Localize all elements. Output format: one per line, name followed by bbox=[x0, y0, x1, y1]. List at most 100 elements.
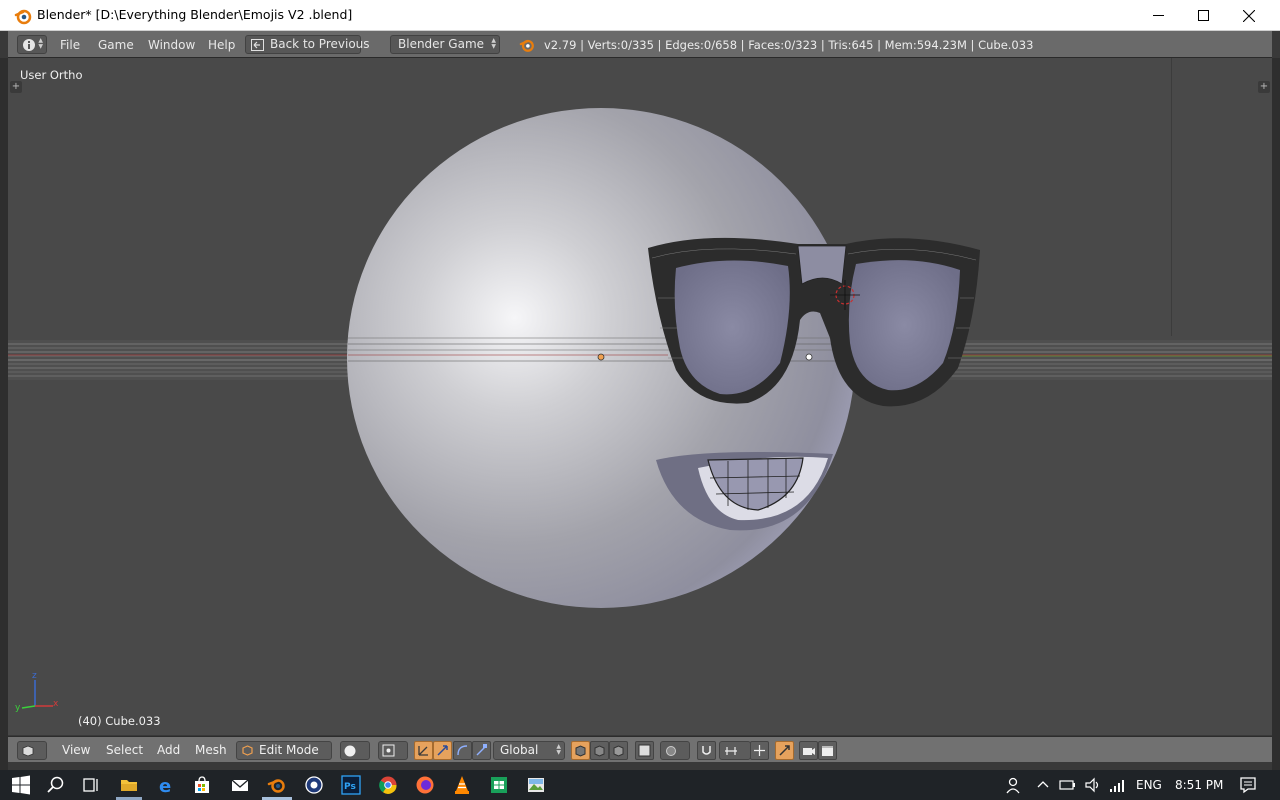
face-select-icon bbox=[613, 745, 624, 757]
snap-toggle-button[interactable] bbox=[697, 741, 716, 760]
scale-toggle-button[interactable] bbox=[472, 741, 491, 760]
store-icon[interactable] bbox=[191, 775, 213, 795]
language-indicator[interactable]: ENG bbox=[1136, 778, 1162, 792]
mode-select[interactable]: Edit Mode bbox=[236, 741, 332, 760]
mode-label: Edit Mode bbox=[259, 743, 319, 757]
snap-element-select[interactable] bbox=[719, 741, 751, 760]
translate-icon bbox=[437, 745, 448, 756]
updown-arrows-icon: ▲ ▼ bbox=[38, 37, 43, 50]
active-object-label: (40) Cube.033 bbox=[78, 714, 161, 728]
maximize-button[interactable] bbox=[1180, 0, 1226, 31]
3d-viewport[interactable]: + + User Ortho z x y (40) Cube.033 bbox=[8, 58, 1272, 735]
maximize-icon bbox=[1197, 10, 1209, 21]
right-window-edge bbox=[1272, 58, 1280, 770]
close-icon bbox=[1243, 9, 1255, 22]
proportional-edit-icon bbox=[666, 746, 676, 756]
axis-y-label: y bbox=[15, 703, 21, 713]
svg-text:Ps: Ps bbox=[344, 782, 356, 792]
edit-mode-icon bbox=[242, 745, 253, 756]
svg-text:e: e bbox=[159, 776, 171, 795]
file-explorer-icon[interactable] bbox=[118, 775, 140, 795]
cinema4d-icon[interactable] bbox=[303, 775, 325, 795]
updown-arrows-icon: ▲ ▼ bbox=[491, 37, 496, 50]
rotate-icon bbox=[457, 745, 468, 756]
blender-taskbar-icon[interactable] bbox=[266, 775, 288, 795]
opengl-render-button[interactable] bbox=[799, 741, 818, 760]
cube-view-icon bbox=[22, 745, 34, 757]
axis-z-label: z bbox=[32, 671, 37, 681]
search-icon[interactable] bbox=[45, 775, 67, 795]
translate-toggle-button[interactable] bbox=[433, 741, 452, 760]
menu-window[interactable]: Window bbox=[148, 38, 195, 52]
editor-type-button[interactable]: ▲ ▼ bbox=[17, 35, 47, 54]
chevron-up-icon[interactable] bbox=[1036, 775, 1050, 795]
mesh-origin-point bbox=[805, 353, 813, 361]
menu-mesh[interactable]: Mesh bbox=[195, 743, 227, 757]
volume-icon[interactable] bbox=[1084, 775, 1102, 795]
clock[interactable]: 8:51 PM bbox=[1175, 778, 1223, 792]
sheets-app-icon[interactable] bbox=[488, 775, 510, 795]
opengl-animation-button[interactable] bbox=[818, 741, 837, 760]
occlude-icon bbox=[638, 744, 651, 757]
editor-type-button[interactable] bbox=[17, 741, 47, 760]
manipulator-icon bbox=[418, 746, 428, 756]
windows-taskbar: e Ps ENG 8:51 PM bbox=[0, 770, 1280, 800]
info-icon bbox=[23, 39, 35, 51]
proportional-edit-select[interactable] bbox=[660, 741, 690, 760]
manipulator-toggle-button[interactable] bbox=[414, 741, 433, 760]
title-bar: Blender* [D:\Everything Blender\Emojis V… bbox=[0, 0, 1280, 31]
transform-orientation-select[interactable]: Global ▲ ▼ bbox=[493, 741, 565, 760]
back-to-previous-button[interactable]: Back to Previous bbox=[245, 35, 370, 54]
back-to-previous-label: Back to Previous bbox=[270, 37, 370, 51]
mail-icon[interactable] bbox=[229, 775, 251, 795]
people-icon[interactable] bbox=[1004, 775, 1026, 795]
windows-start-icon[interactable] bbox=[10, 775, 32, 795]
solid-shading-icon bbox=[344, 745, 356, 757]
firefox-icon[interactable] bbox=[414, 775, 436, 795]
menu-select[interactable]: Select bbox=[106, 743, 143, 757]
snap-target-button[interactable] bbox=[750, 741, 769, 760]
photoshop-icon[interactable]: Ps bbox=[340, 775, 362, 795]
menu-add[interactable]: Add bbox=[157, 743, 180, 757]
window-title: Blender* [D:\Everything Blender\Emojis V… bbox=[37, 7, 353, 22]
minimize-button[interactable] bbox=[1135, 0, 1181, 31]
back-icon bbox=[251, 39, 264, 51]
snap-increment-icon bbox=[725, 747, 737, 755]
menu-view[interactable]: View bbox=[62, 743, 90, 757]
vertex-select-button[interactable] bbox=[571, 741, 590, 760]
vlc-icon[interactable] bbox=[451, 775, 473, 795]
orientation-label: Global bbox=[500, 743, 539, 757]
snap-target-icon bbox=[754, 745, 765, 756]
signal-icon[interactable] bbox=[1108, 775, 1126, 795]
render-only-button[interactable] bbox=[775, 741, 794, 760]
face-select-button[interactable] bbox=[609, 741, 628, 760]
vertex-select-icon bbox=[575, 745, 586, 757]
object-origin-point bbox=[597, 353, 605, 361]
axis-gizmo: z x y bbox=[15, 671, 59, 713]
notifications-icon[interactable] bbox=[1237, 775, 1259, 795]
updown-arrows-icon: ▲ ▼ bbox=[556, 743, 561, 756]
render-icon bbox=[779, 745, 790, 756]
scene-statistics: v2.79 | Verts:0/335 | Edges:0/658 | Face… bbox=[544, 38, 1034, 52]
magnet-icon bbox=[702, 746, 711, 755]
battery-icon[interactable] bbox=[1058, 775, 1076, 795]
photos-icon[interactable] bbox=[525, 775, 547, 795]
render-engine-select[interactable]: Blender Game ▲ ▼ bbox=[390, 35, 500, 54]
minimize-icon bbox=[1152, 15, 1164, 16]
edge-select-icon bbox=[594, 745, 605, 757]
task-view-icon[interactable] bbox=[80, 775, 102, 795]
edge-select-button[interactable] bbox=[590, 741, 609, 760]
3d-view-header: View Select Add Mesh Edit Mode Global ▲ … bbox=[8, 736, 1272, 762]
edge-browser-icon[interactable]: e bbox=[155, 775, 177, 795]
close-button[interactable] bbox=[1226, 0, 1272, 31]
blender-window: Blender* [D:\Everything Blender\Emojis V… bbox=[0, 0, 1280, 770]
menu-help[interactable]: Help bbox=[208, 38, 235, 52]
menu-game[interactable]: Game bbox=[98, 38, 134, 52]
pivot-select[interactable] bbox=[378, 741, 408, 760]
menu-file[interactable]: File bbox=[60, 38, 80, 52]
rotate-toggle-button[interactable] bbox=[453, 741, 472, 760]
shading-select[interactable] bbox=[340, 741, 370, 760]
occlude-geometry-button[interactable] bbox=[635, 741, 654, 760]
chrome-icon[interactable] bbox=[377, 775, 399, 795]
render-engine-label: Blender Game bbox=[398, 37, 485, 51]
